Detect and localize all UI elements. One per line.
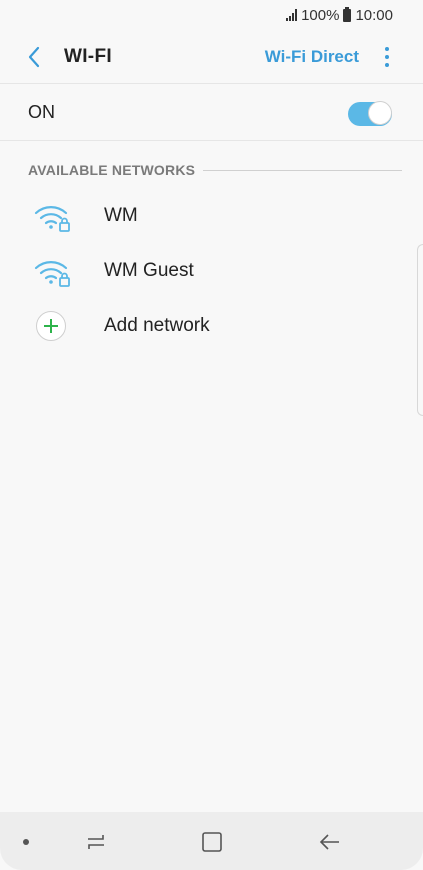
recent-apps-icon[interactable] [84, 830, 108, 854]
chevron-left-icon [28, 46, 40, 67]
more-options-button[interactable] [377, 43, 397, 71]
add-network-label: Add network [104, 315, 210, 336]
network-name: WM Guest [104, 260, 194, 281]
wifi-toggle[interactable] [348, 101, 392, 126]
clock: 10:00 [355, 6, 393, 24]
page-title: WI-FI [64, 45, 112, 67]
network-item-wm[interactable]: WM [0, 188, 423, 244]
wifi-master-switch-row[interactable]: ON [0, 85, 423, 141]
battery-percent: 100% [301, 6, 340, 24]
signal-icon [286, 9, 298, 21]
toggle-knob [368, 101, 392, 125]
more-vertical-icon [385, 46, 389, 51]
back-nav-icon[interactable] [318, 830, 342, 854]
network-item-wm-guest[interactable]: WM Guest [0, 243, 423, 299]
home-icon[interactable] [200, 830, 224, 854]
nav-dot-icon[interactable] [23, 839, 29, 845]
navigation-bar [0, 812, 423, 870]
app-bar: WI-FI Wi-Fi Direct [0, 30, 423, 84]
section-title: AVAILABLE NETWORKS [28, 162, 196, 178]
wifi-lock-icon [34, 261, 70, 287]
available-networks-header: AVAILABLE NETWORKS [28, 158, 402, 182]
network-name: WM [104, 205, 138, 226]
back-button[interactable] [20, 43, 48, 71]
battery-icon [343, 6, 352, 22]
section-divider [203, 169, 402, 171]
add-icon [36, 311, 66, 341]
wifi-lock-icon [34, 206, 70, 232]
wifi-direct-button[interactable]: Wi-Fi Direct [265, 47, 359, 67]
add-network-item[interactable]: Add network [0, 298, 423, 354]
wifi-switch-label: ON [28, 102, 55, 122]
scrollbar[interactable] [417, 244, 423, 416]
status-bar: 100% 10:00 [0, 0, 423, 30]
